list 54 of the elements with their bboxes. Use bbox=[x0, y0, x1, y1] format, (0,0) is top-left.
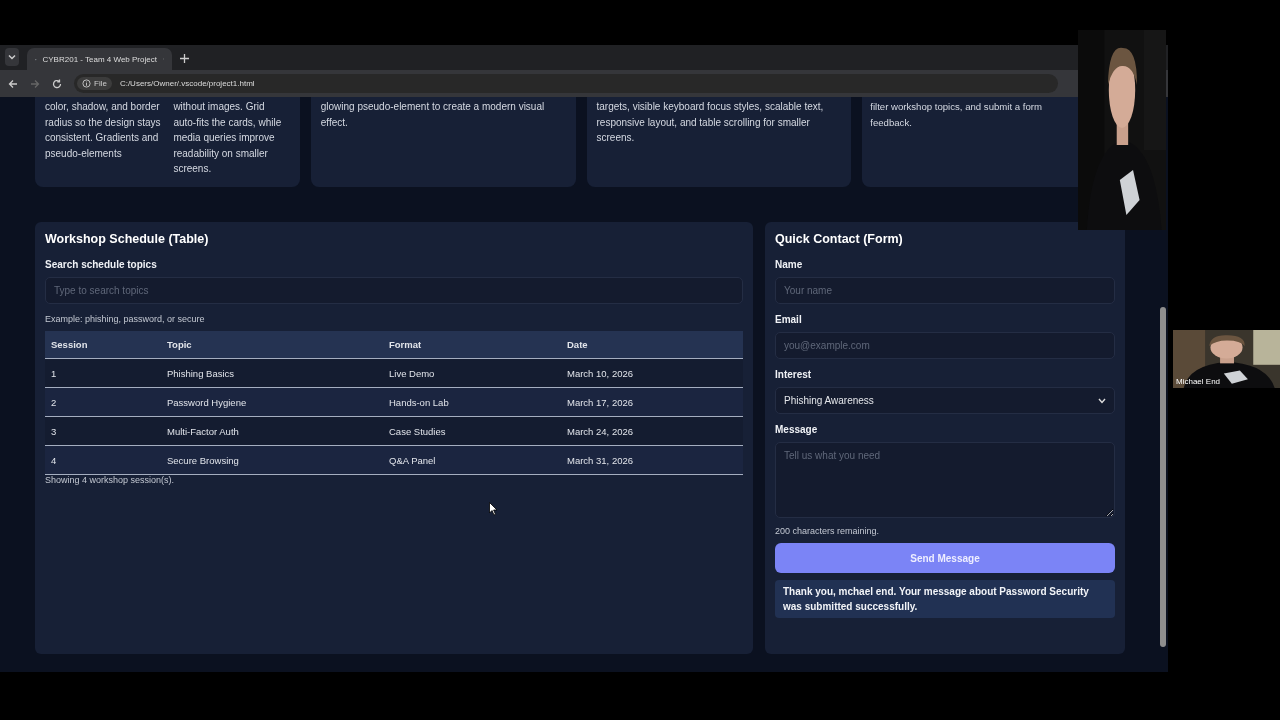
column-header: Format bbox=[383, 331, 561, 359]
table-cell: March 17, 2026 bbox=[561, 387, 743, 417]
info-icon bbox=[82, 79, 91, 88]
table-cell: Multi-Factor Auth bbox=[161, 416, 383, 446]
cursor-icon bbox=[489, 502, 498, 516]
confirmation-message: Thank you, mchael end. Your message about Password Security was submitted successfully. bbox=[775, 580, 1115, 618]
table-cell: Password Hygiene bbox=[161, 387, 383, 417]
field-label: Search schedule topics bbox=[45, 259, 158, 270]
table-cell: March 31, 2026 bbox=[561, 445, 743, 475]
column-header: Date bbox=[561, 331, 743, 359]
table-cell: Case Studies bbox=[383, 416, 561, 446]
card-text: targets, visible keyboard focus styles, scalable text, responsive layout, and table scrolling for smaller screens. bbox=[596, 100, 825, 145]
input-field[interactable]: Your name bbox=[775, 277, 1115, 304]
tab-menu-icon[interactable] bbox=[5, 48, 19, 66]
search-field[interactable]: Type to search topics bbox=[45, 277, 743, 304]
hint-text: Example: phishing, password, or secure bbox=[45, 314, 206, 324]
panel-title: Workshop Schedule (Table) bbox=[45, 232, 210, 246]
table-cell: March 24, 2026 bbox=[561, 416, 743, 446]
table-cell: 2 bbox=[45, 387, 161, 417]
character-counter: 200 characters remaining. bbox=[775, 526, 881, 536]
field-label: Message bbox=[775, 424, 819, 435]
table-cell: Q&A Panel bbox=[383, 445, 561, 475]
card-text: color, shadow, and border radius so the design stays consistent. Gradients and pseudo-elements bbox=[45, 100, 162, 161]
scrollbar-thumb[interactable] bbox=[1160, 307, 1166, 647]
card-text: without images. Grid auto-fits the cards, while media queries improve readability on smaller screens. bbox=[173, 100, 283, 176]
participant-name: Michael End bbox=[1176, 377, 1221, 386]
table-cell: 1 bbox=[45, 358, 161, 388]
back-icon[interactable] bbox=[8, 78, 18, 89]
chevron-icon bbox=[1098, 397, 1106, 404]
session-count: Showing 4 workshop session(s). bbox=[45, 475, 176, 485]
field-label: Name bbox=[775, 259, 804, 270]
address-bar[interactable]: File C:/Users/Owner/.vscode/project1.html bbox=[74, 74, 1058, 93]
panel-title: Quick Contact (Form) bbox=[775, 232, 904, 246]
table-cell: Phishing Basics bbox=[161, 358, 383, 388]
card-text: feedback. bbox=[870, 115, 913, 130]
column-header: Topic bbox=[161, 331, 383, 359]
table-cell: 4 bbox=[45, 445, 161, 475]
table-cell: 3 bbox=[45, 416, 161, 446]
new-tab-icon[interactable] bbox=[180, 54, 189, 63]
reload-icon[interactable] bbox=[52, 78, 62, 89]
field-label: Interest bbox=[775, 369, 813, 380]
input-field[interactable]: you@example.com bbox=[775, 332, 1115, 359]
column-header: Session bbox=[45, 331, 161, 359]
browser-tab[interactable]: CYBR201 - Team 4 Web Project bbox=[27, 48, 172, 70]
field-label: Email bbox=[775, 314, 803, 325]
dropdown[interactable]: Phishing Awareness bbox=[775, 387, 1115, 414]
card-text: filter workshop topics, and submit a form bbox=[870, 100, 1043, 114]
table-cell: Secure Browsing bbox=[161, 445, 383, 475]
table-cell: Hands-on Lab bbox=[383, 387, 561, 417]
table-cell: Live Demo bbox=[383, 358, 561, 388]
site-info-chip[interactable]: File bbox=[77, 77, 112, 90]
message-field[interactable]: Tell us what you need bbox=[775, 442, 1115, 518]
table-cell: March 10, 2026 bbox=[561, 358, 743, 388]
card-text: glowing pseudo-element to create a modern visual effect. bbox=[320, 100, 546, 130]
